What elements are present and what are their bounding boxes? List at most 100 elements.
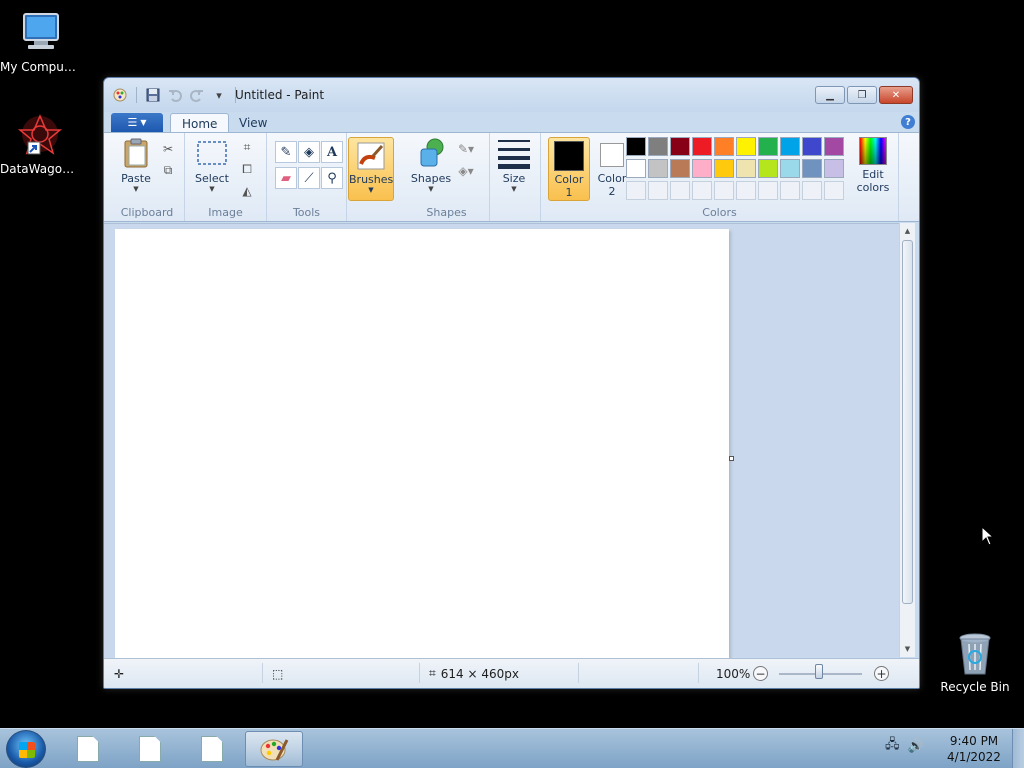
clipboard-icon	[120, 137, 152, 169]
zoom-out-button[interactable]: −	[753, 659, 768, 688]
tab-home[interactable]: Home	[170, 113, 230, 133]
palette-color-swatch[interactable]	[670, 159, 690, 178]
tab-view[interactable]: View	[228, 113, 278, 133]
undo-icon[interactable]	[167, 87, 183, 103]
desktop-icon-recycle-bin[interactable]: Recycle Bin	[935, 630, 1015, 694]
color1-button[interactable]: Color 1	[548, 137, 590, 201]
palette-color-swatch[interactable]	[714, 159, 734, 178]
taskbar-document-2[interactable]	[121, 731, 179, 767]
text-icon[interactable]: A	[321, 141, 343, 163]
size-button[interactable]: Size ▼	[494, 137, 534, 193]
palette-empty-slot[interactable]	[626, 181, 646, 200]
taskbar-document-3[interactable]	[183, 731, 241, 767]
palette-empty-slot[interactable]	[780, 181, 800, 200]
taskbar: 🖧 🔊 9:40 PM 4/1/2022	[0, 728, 1024, 768]
shapes-button[interactable]: Shapes ▼	[409, 137, 453, 193]
desktop-icon-datawagon[interactable]: DataWagon...	[0, 112, 80, 176]
palette-color-swatch[interactable]	[758, 159, 778, 178]
title-bar[interactable]: ▾ Untitled - Paint ▁ ❐ ✕	[104, 78, 919, 112]
palette-empty-slot[interactable]	[758, 181, 778, 200]
magnifier-icon[interactable]: ⚲	[321, 167, 343, 189]
paste-button[interactable]: Paste ▼	[116, 137, 156, 193]
volume-icon[interactable]: 🔊	[908, 739, 924, 754]
canvas-resize-handle[interactable]	[729, 456, 734, 461]
save-icon[interactable]	[145, 87, 161, 103]
fill-icon[interactable]: ◈▾	[456, 161, 476, 181]
palette-color-swatch[interactable]	[648, 159, 668, 178]
palette-empty-slot[interactable]	[714, 181, 734, 200]
paint-app-icon[interactable]	[112, 87, 128, 103]
palette-color-swatch[interactable]	[626, 137, 646, 156]
palette-empty-slot[interactable]	[802, 181, 822, 200]
resize-icon[interactable]: ⧠	[237, 159, 257, 179]
minimize-button[interactable]: ▁	[815, 86, 845, 104]
clock[interactable]: 9:40 PM 4/1/2022	[940, 733, 1008, 765]
palette-color-swatch[interactable]	[780, 137, 800, 156]
group-label: Image	[208, 206, 243, 219]
palette-color-swatch[interactable]	[670, 137, 690, 156]
palette-color-swatch[interactable]	[824, 137, 844, 156]
scroll-up-arrow[interactable]: ▲	[900, 223, 915, 239]
palette-color-swatch[interactable]	[626, 159, 646, 178]
palette-color-swatch[interactable]	[692, 137, 712, 156]
paint-menu-button[interactable]: ☰ ▼	[111, 113, 163, 132]
copy-icon[interactable]: ⧉	[158, 160, 178, 180]
palette-color-swatch[interactable]	[648, 137, 668, 156]
quick-access-toolbar: ▾	[112, 87, 238, 103]
cut-icon[interactable]: ✂	[158, 139, 178, 159]
separator	[262, 663, 263, 683]
vertical-scrollbar[interactable]: ▲ ▼	[899, 223, 915, 657]
drawing-canvas[interactable]	[115, 229, 729, 658]
customize-qat-icon[interactable]: ▾	[211, 87, 227, 103]
start-button[interactable]	[6, 730, 46, 768]
palette-color-swatch[interactable]	[780, 159, 800, 178]
palette-color-swatch[interactable]	[736, 137, 756, 156]
color-spectrum-icon	[859, 137, 887, 165]
taskbar-paint[interactable]	[245, 731, 303, 767]
taskbar-document-1[interactable]	[59, 731, 117, 767]
eraser-icon[interactable]: ▰	[275, 167, 297, 189]
color1-label: Color	[554, 173, 584, 186]
pencil-icon[interactable]: ✎	[275, 141, 297, 163]
brushes-button[interactable]: Brushes ▼	[348, 137, 394, 201]
palette-empty-slot[interactable]	[736, 181, 756, 200]
show-desktop-button[interactable]	[1012, 729, 1024, 768]
crop-icon[interactable]: ⌗	[237, 137, 257, 157]
palette-empty-slot[interactable]	[824, 181, 844, 200]
close-button[interactable]: ✕	[879, 86, 913, 104]
scroll-down-arrow[interactable]: ▼	[900, 641, 915, 657]
network-icon[interactable]: 🖧	[885, 735, 900, 757]
clipboard-group: Paste ▼ ✂ ⧉ Clipboard	[110, 133, 185, 221]
palette-empty-slot[interactable]	[692, 181, 712, 200]
palette-empty-slot[interactable]	[648, 181, 668, 200]
zoom-in-button[interactable]: +	[874, 659, 889, 688]
maximize-button[interactable]: ❐	[847, 86, 877, 104]
desktop-icon-my-computer[interactable]: My Computer	[0, 10, 80, 74]
cursor-position-icon: ✛	[114, 666, 125, 681]
group-label: Tools	[292, 206, 321, 219]
palette-color-swatch[interactable]	[802, 159, 822, 178]
palette-color-swatch[interactable]	[736, 159, 756, 178]
desktop-icon-label: Recycle Bin	[940, 680, 1010, 694]
select-button[interactable]: Select ▼	[190, 137, 234, 193]
plus-icon: +	[874, 666, 889, 681]
separator	[698, 663, 699, 683]
palette-color-swatch[interactable]	[802, 137, 822, 156]
palette-empty-slot[interactable]	[670, 181, 690, 200]
edit-colors-button[interactable]: Edit colors	[851, 137, 895, 194]
help-icon[interactable]: ?	[901, 115, 915, 129]
group-label: Colors	[702, 206, 737, 219]
document-icon	[139, 736, 161, 762]
palette-color-swatch[interactable]	[824, 159, 844, 178]
scrollbar-thumb[interactable]	[902, 240, 913, 604]
palette-color-swatch[interactable]	[714, 137, 734, 156]
palette-color-swatch[interactable]	[692, 159, 712, 178]
outline-icon[interactable]: ✎▾	[456, 139, 476, 159]
rotate-icon[interactable]: ◭	[237, 181, 257, 201]
color-picker-icon[interactable]: ⟋	[298, 167, 320, 189]
redo-icon[interactable]	[189, 87, 205, 103]
fill-bucket-icon[interactable]: ◈	[298, 141, 320, 163]
palette-color-swatch[interactable]	[758, 137, 778, 156]
chevron-down-icon: ▼	[428, 185, 434, 193]
zoom-slider-thumb[interactable]	[815, 664, 823, 679]
